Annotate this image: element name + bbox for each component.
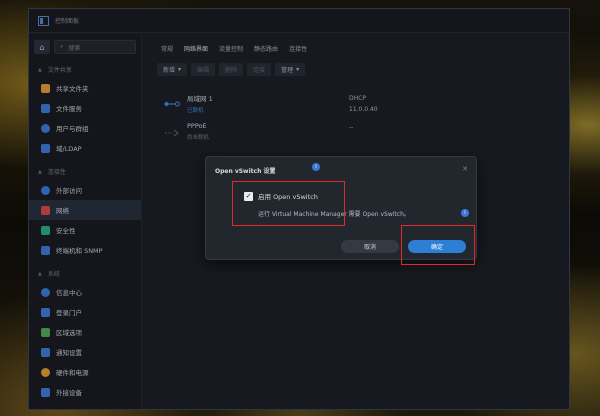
help-icon[interactable]: i bbox=[461, 209, 469, 217]
close-icon[interactable]: ✕ bbox=[462, 165, 468, 173]
dialog-title: Open vSwitch 设置 bbox=[215, 168, 276, 175]
annotation-box-checkbox bbox=[232, 181, 345, 226]
annotation-box-ok bbox=[401, 225, 475, 265]
info-icon[interactable]: i bbox=[312, 163, 320, 171]
cancel-button[interactable]: 取消 bbox=[341, 240, 399, 253]
